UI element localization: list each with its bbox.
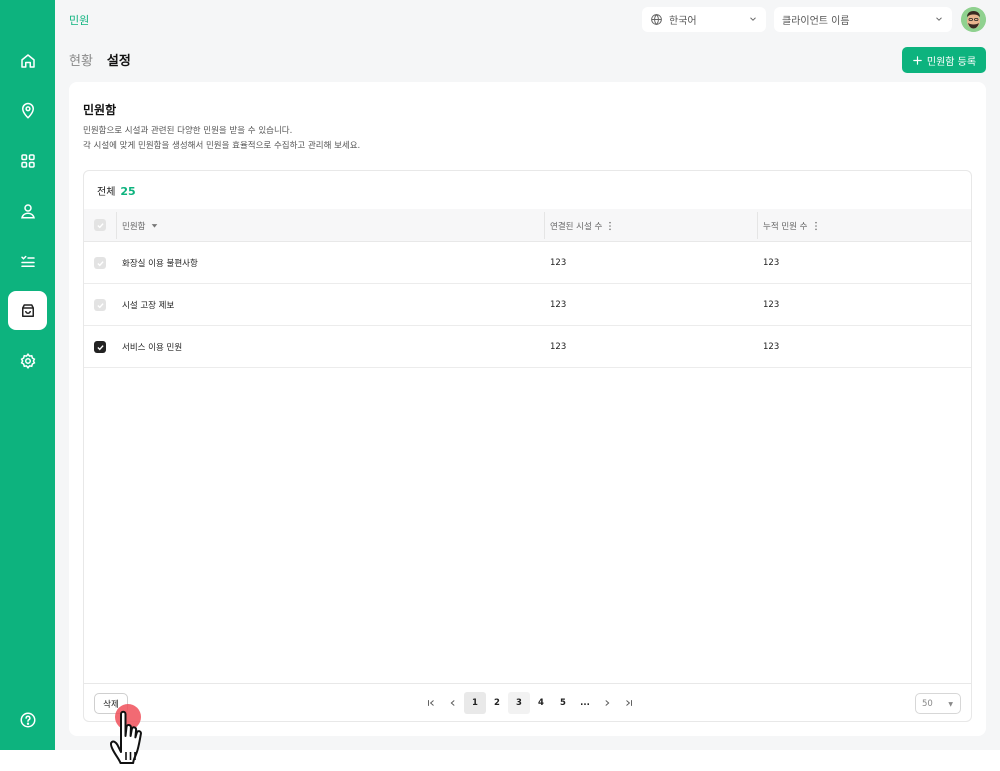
last-page-button[interactable] — [618, 692, 640, 714]
page-ellipsis: ... — [580, 698, 590, 708]
column-divider — [116, 212, 117, 239]
pagination: 1 2 3 4 5 ... — [420, 692, 640, 714]
sidebar — [0, 0, 55, 750]
client-placeholder: 클라이언트 이름 — [782, 16, 850, 27]
row-checkbox[interactable] — [94, 299, 106, 311]
complaint-box-table: 전체 25 민원함 연결된 시설 수 누적 민원 수 화장실 이용 불편사항 1… — [83, 170, 972, 722]
row-checkbox[interactable] — [94, 257, 106, 269]
inbox-icon — [21, 303, 34, 317]
column-divider — [544, 212, 545, 239]
client-select[interactable]: 클라이언트 이름 — [774, 7, 952, 32]
column-header-name[interactable]: 민원함 — [122, 209, 158, 242]
card-description: 민원함으로 시설과 관련된 다양한 민원을 받을 수 있습니다. 각 시설에 맞… — [83, 124, 360, 154]
caret-down-icon: ▼ — [948, 701, 953, 708]
complaint-box-card: 민원함 민원함으로 시설과 관련된 다양한 민원을 받을 수 있습니다. 각 시… — [69, 82, 986, 736]
select-all-checkbox[interactable] — [94, 219, 106, 231]
register-button-label: 민원함 등록 — [926, 56, 977, 68]
total-summary: 전체 25 — [97, 183, 136, 198]
page-button-1[interactable]: 1 — [464, 692, 486, 714]
description-line: 각 시설에 맞게 민원함을 생성해서 민원을 효율적으로 수집하고 관리해 보세… — [83, 141, 361, 151]
cell-name: 화장실 이용 불편사항 — [122, 258, 198, 269]
column-header-complaints[interactable]: 누적 민원 수 — [763, 209, 818, 242]
page-button-5[interactable]: 5 — [552, 692, 574, 714]
check-icon — [96, 302, 104, 308]
avatar[interactable] — [961, 7, 986, 32]
table-row[interactable]: 시설 고장 제보 123 123 — [84, 284, 971, 326]
avatar-face-icon — [961, 7, 986, 32]
table-header: 민원함 연결된 시설 수 누적 민원 수 — [84, 209, 971, 242]
description-line: 민원함으로 시설과 관련된 다양한 민원을 받을 수 있습니다. — [83, 126, 293, 136]
language-value: 한국어 — [669, 16, 697, 27]
column-complaints-label: 누적 민원 수 — [763, 221, 808, 232]
user-icon — [20, 203, 35, 218]
page-button-2[interactable]: 2 — [486, 692, 508, 714]
globe-icon — [651, 13, 662, 26]
home-icon — [20, 53, 35, 68]
last-page-icon — [626, 700, 632, 706]
cell-facilities: 123 — [550, 341, 567, 352]
nav-home[interactable] — [8, 41, 47, 80]
tab-bar: 현황 설정 — [69, 50, 131, 69]
card-title: 민원함 — [83, 103, 117, 117]
chevron-left-icon — [450, 700, 455, 706]
page-size-value: 50 — [922, 698, 933, 709]
column-name-label: 민원함 — [122, 221, 146, 232]
cell-name: 시설 고장 제보 — [122, 300, 175, 311]
table-row[interactable]: 화장실 이용 불편사항 123 123 — [84, 242, 971, 284]
nav-user[interactable] — [8, 191, 47, 230]
chevron-down-icon — [936, 17, 942, 21]
nav-apps[interactable] — [8, 141, 47, 180]
cell-complaints: 123 — [763, 257, 780, 268]
map-pin-icon — [21, 102, 34, 119]
page-button-4[interactable]: 4 — [530, 692, 552, 714]
cell-name: 서비스 이용 민원 — [122, 342, 183, 353]
nav-inbox[interactable] — [8, 291, 47, 330]
cell-complaints: 123 — [763, 299, 780, 310]
more-vertical-icon[interactable] — [814, 221, 818, 231]
check-icon — [96, 344, 104, 350]
checklist-icon — [20, 255, 35, 267]
check-icon — [96, 260, 104, 266]
main-area: 민원 한국어 클라이언트 이름 현황 설정 민원함 등록 민원함 민원함으로 시… — [55, 0, 1000, 750]
table-row[interactable]: 서비스 이용 민원 123 123 — [84, 326, 971, 368]
nav-location[interactable] — [8, 91, 47, 130]
chevron-down-icon — [750, 17, 756, 21]
total-label: 전체 — [97, 187, 116, 198]
column-header-facilities[interactable]: 연결된 시설 수 — [550, 209, 612, 242]
hand-cursor-icon — [109, 710, 142, 764]
page-size-select[interactable]: 50 ▼ — [915, 693, 961, 714]
next-page-button[interactable] — [596, 692, 618, 714]
plus-icon — [913, 55, 922, 65]
first-page-button[interactable] — [420, 692, 442, 714]
check-icon — [96, 222, 104, 228]
tab-status[interactable]: 현황 — [69, 50, 93, 69]
sort-down-icon[interactable] — [151, 222, 158, 229]
register-complaint-box-button[interactable]: 민원함 등록 — [902, 47, 986, 73]
nav-help[interactable] — [8, 700, 47, 739]
first-page-icon — [428, 700, 434, 706]
prev-page-button[interactable] — [442, 692, 464, 714]
language-select[interactable]: 한국어 — [642, 7, 766, 32]
chevron-right-icon — [605, 700, 610, 706]
cell-facilities: 123 — [550, 299, 567, 310]
more-vertical-icon[interactable] — [608, 221, 612, 231]
column-facilities-label: 연결된 시설 수 — [550, 221, 603, 232]
cell-facilities: 123 — [550, 257, 567, 268]
table-footer: 삭제 1 2 3 4 5 ... 50 ▼ — [84, 683, 971, 721]
row-checkbox[interactable] — [94, 341, 106, 353]
nav-settings[interactable] — [8, 341, 47, 380]
tab-settings[interactable]: 설정 — [107, 50, 131, 69]
help-icon — [20, 712, 35, 727]
nav-checklist[interactable] — [8, 241, 47, 280]
grid-icon — [20, 153, 35, 168]
column-divider — [757, 212, 758, 239]
breadcrumb-title: 민원 — [69, 14, 90, 27]
total-count: 25 — [120, 185, 136, 198]
page-button-3[interactable]: 3 — [508, 692, 530, 714]
cell-complaints: 123 — [763, 341, 780, 352]
gear-icon — [20, 352, 35, 369]
